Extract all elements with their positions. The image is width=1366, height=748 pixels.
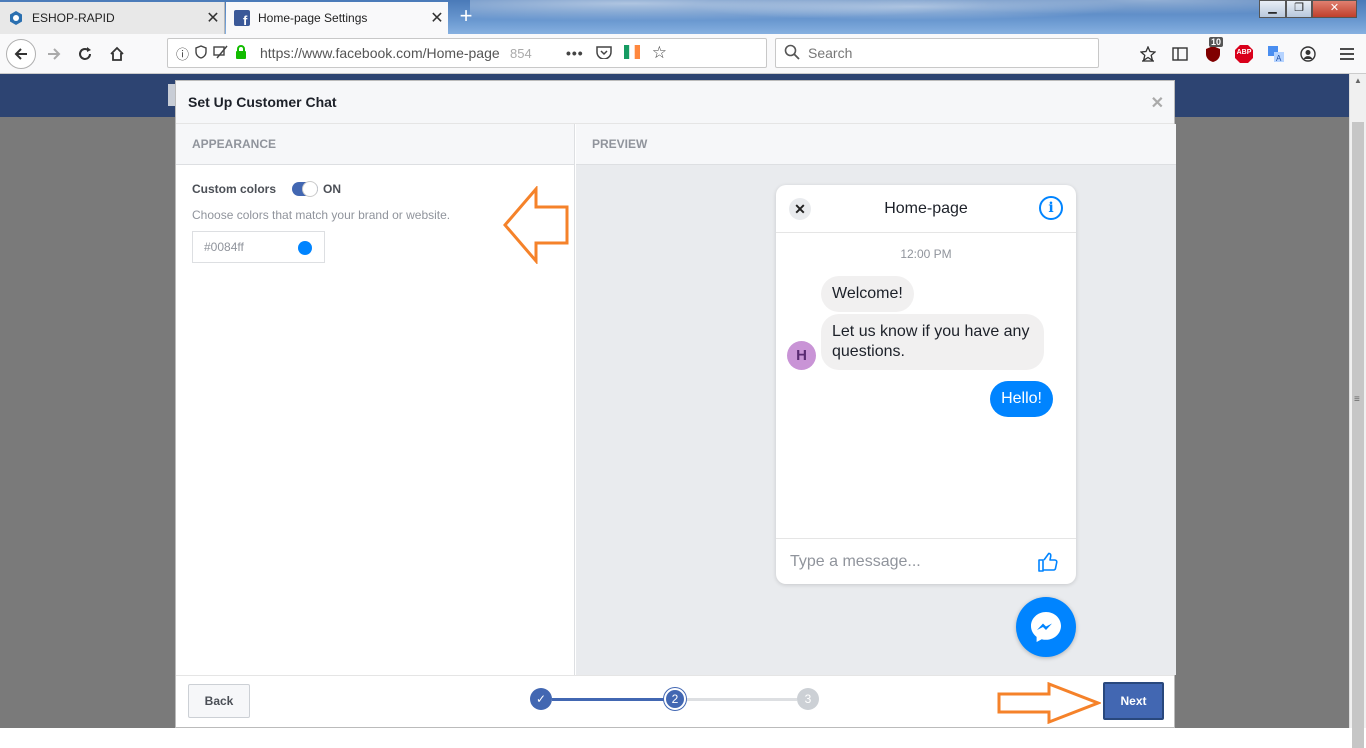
forward-arrow-icon[interactable] (40, 40, 68, 68)
dialog-title: Set Up Customer Chat (188, 94, 337, 110)
url-bar[interactable]: ⓘ https://www.facebook.com/Home-page 854… (167, 38, 767, 68)
account-icon[interactable] (1297, 43, 1319, 65)
chat-header: ✕ Home-page i (776, 185, 1076, 233)
new-tab-button[interactable]: + (454, 4, 478, 28)
custom-colors-toggle[interactable] (292, 181, 319, 197)
tab-close-icon[interactable]: ✕ (426, 8, 448, 28)
vertical-scrollbar[interactable]: ▲ ≡ (1349, 74, 1366, 748)
ireland-flag-icon[interactable] (623, 44, 640, 62)
annotation-arrow-right-icon (997, 682, 1101, 724)
scrollbar-grip-icon: ≡ (1354, 394, 1360, 405)
chat-timestamp: 12:00 PM (900, 247, 952, 261)
info-icon[interactable]: ⓘ (176, 44, 189, 63)
svg-text:f: f (243, 13, 248, 26)
color-value: #0084ff (204, 240, 244, 254)
home-icon[interactable] (103, 40, 131, 68)
restore-button[interactable]: ❐ (1286, 0, 1312, 18)
url-bar-left-icons: ⓘ (168, 44, 260, 63)
search-bar[interactable]: Search (775, 38, 1099, 68)
url-bar-right-icons: ••• ☆ (566, 43, 667, 63)
tab-title: Home-page Settings (258, 11, 368, 25)
thumbs-up-icon[interactable] (1036, 550, 1060, 579)
url-text: https://www.facebook.com/Home-page (260, 45, 500, 61)
scroll-up-icon[interactable]: ▲ (1354, 76, 1362, 85)
navigation-bar: ⓘ https://www.facebook.com/Home-page 854… (0, 34, 1366, 74)
hamburger-menu-icon[interactable] (1336, 43, 1358, 65)
dialog-header: Set Up Customer Chat ✕ (176, 81, 1174, 124)
lock-icon[interactable] (235, 44, 247, 62)
minimize-button[interactable]: ▁ (1259, 0, 1286, 18)
chat-close-icon[interactable]: ✕ (789, 198, 811, 220)
toggle-state-label: ON (323, 182, 342, 196)
tab-close-icon[interactable]: ✕ (202, 8, 224, 28)
chat-message-welcome: Welcome! (821, 276, 914, 312)
ublock-count-badge: 10 (1209, 37, 1224, 47)
tab-home-page-settings[interactable]: f Home-page Settings ✕ (226, 2, 448, 34)
next-button[interactable]: Next (1103, 682, 1164, 720)
step-2-indicator: 2 (664, 688, 686, 710)
custom-colors-label: Custom colors (192, 182, 277, 196)
tracking-shield-icon[interactable] (195, 44, 207, 62)
chat-message-input[interactable]: Type a message... (776, 538, 1076, 584)
window-controls: ▁ ❐ ✕ (1259, 0, 1357, 18)
search-placeholder: Search (808, 45, 853, 61)
custom-colors-help-text: Choose colors that match your brand or w… (192, 208, 451, 222)
custom-colors-row: Custom colors ON (192, 181, 342, 197)
permissions-icon[interactable] (213, 45, 229, 62)
window-close-button[interactable]: ✕ (1312, 0, 1357, 18)
back-arrow-icon[interactable] (6, 39, 36, 69)
dialog-close-icon[interactable]: ✕ (1151, 93, 1164, 113)
tab-eshop-rapid[interactable]: ESHOP-RAPID ✕ (0, 2, 225, 34)
eshop-favicon-icon (8, 10, 24, 26)
bookmarks-menu-icon[interactable] (1137, 43, 1159, 65)
preview-panel: PREVIEW ✕ Home-page i 12:00 PM Welcome! … (576, 124, 1176, 675)
sidebar-icon[interactable] (1169, 43, 1191, 65)
facebook-favicon-icon: f (234, 10, 250, 26)
appearance-header: APPEARANCE (176, 124, 574, 165)
pocket-icon[interactable] (595, 45, 612, 62)
chat-input-placeholder: Type a message... (790, 552, 921, 570)
progress-line-complete (552, 698, 664, 701)
scrollbar-thumb[interactable] (1352, 122, 1364, 748)
step-3-indicator: 3 (797, 688, 819, 710)
tab-title: ESHOP-RAPID (32, 11, 115, 25)
page-avatar: H (787, 341, 816, 370)
back-button[interactable]: Back (188, 684, 250, 718)
chat-info-icon[interactable]: i (1039, 196, 1063, 220)
customer-chat-dialog: Set Up Customer Chat ✕ APPEARANCE Custom… (175, 80, 1176, 728)
translate-icon[interactable]: A (1265, 43, 1287, 65)
chat-message-hello: Hello! (990, 381, 1053, 417)
chat-message-questions: Let us know if you have any questions. (821, 314, 1044, 370)
messenger-launcher-icon[interactable] (1016, 597, 1076, 657)
svg-text:A: A (1276, 54, 1282, 63)
bookmark-star-icon[interactable]: ☆ (652, 43, 667, 63)
progress-line-pending (686, 698, 797, 701)
step-1-check-icon: ✓ (530, 688, 552, 710)
tab-bar: ESHOP-RAPID ✕ f Home-page Settings ✕ + ▁… (0, 0, 1366, 34)
theme-background (470, 0, 1270, 34)
preview-header: PREVIEW (576, 124, 1176, 165)
reload-icon[interactable] (71, 40, 99, 68)
color-swatch[interactable] (298, 241, 312, 255)
ublock-icon[interactable]: 10 (1202, 37, 1224, 65)
annotation-arrow-left-icon (503, 186, 569, 264)
abp-label: ABP (1236, 49, 1252, 56)
chat-preview-window: ✕ Home-page i 12:00 PM Welcome! Let us k… (776, 185, 1076, 584)
url-hint-text: 854 (510, 45, 532, 61)
toggle-knob (302, 181, 319, 197)
search-icon (784, 44, 800, 63)
color-input[interactable]: #0084ff (192, 231, 325, 263)
page-actions-icon[interactable]: ••• (566, 45, 584, 61)
adblock-plus-icon[interactable]: ABP (1233, 43, 1255, 65)
chat-page-name: Home-page (884, 199, 968, 217)
